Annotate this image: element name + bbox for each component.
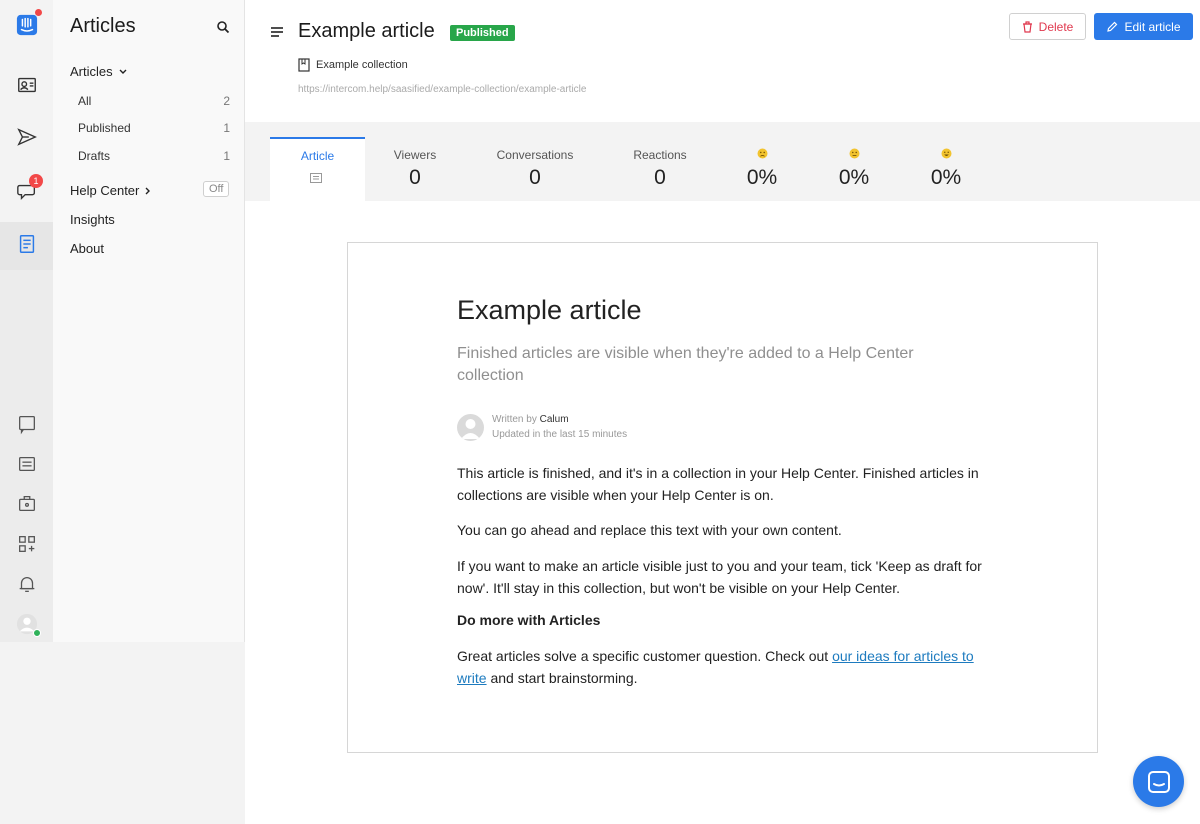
search-icon[interactable] (216, 20, 230, 34)
stat-value: 0 (654, 166, 666, 189)
sidebar-item-count: 1 (223, 121, 230, 135)
written-by-label: Written by (492, 414, 537, 425)
help-center-status-badge: Off (203, 181, 230, 197)
stat-value: 0% (930, 166, 962, 189)
stat-value: 0 (409, 166, 421, 189)
stat-value: 0% (746, 166, 778, 189)
happy-face-icon (941, 148, 951, 159)
conversations-icon[interactable]: 1 (14, 174, 43, 204)
article-author: Written by Calum Updated in the last 15 … (457, 412, 627, 442)
stat-viewers[interactable]: Viewers 0 (375, 148, 455, 190)
notifications-bell-icon[interactable] (14, 571, 40, 597)
help-center-toggle[interactable]: Help Center (70, 183, 151, 198)
intercom-logo-icon[interactable] (14, 9, 42, 38)
delete-button[interactable]: Delete (1009, 13, 1086, 40)
stat-happy-reaction[interactable]: 0% (911, 148, 981, 190)
sidebar-item-label: Published (78, 121, 131, 135)
articles-group-toggle[interactable]: Articles (70, 64, 127, 79)
article-title: Example article (457, 295, 642, 325)
conversations-badge: 1 (29, 174, 43, 188)
stat-value: 0 (529, 166, 541, 189)
collection-name: Example collection (316, 59, 408, 71)
article-preview-card: Example article Finished articles are vi… (347, 242, 1098, 753)
status-badge: Published (450, 25, 515, 41)
user-avatar[interactable] (14, 611, 41, 637)
menu-icon[interactable] (270, 26, 284, 38)
contacts-icon[interactable] (14, 72, 40, 98)
article-doc-icon (310, 173, 322, 183)
updated-time: Updated in the last 15 minutes (492, 429, 628, 440)
article-paragraph: You can go ahead and replace this text w… (457, 522, 842, 538)
sidebar-title: Articles (70, 15, 136, 37)
tab-article[interactable] (270, 137, 365, 201)
sad-face-icon (757, 148, 767, 159)
paragraph-text: and start brainstorming. (486, 670, 638, 686)
article-paragraph: Great articles solve a specific customer… (457, 645, 992, 689)
stat-reactions[interactable]: Reactions 0 (620, 148, 700, 190)
article-subtitle: Finished articles are visible when they'… (457, 345, 914, 384)
sidebar-item-drafts[interactable]: Drafts 1 (78, 149, 230, 163)
author-name: Calum (539, 414, 569, 425)
sidebar-item-all[interactable]: All 2 (78, 94, 230, 108)
messenger-chat-icon (1147, 770, 1170, 793)
chevron-down-icon (119, 69, 127, 74)
author-avatar (457, 413, 484, 441)
stat-label: Viewers (393, 148, 437, 162)
chevron-right-icon (145, 187, 151, 194)
collection-book-icon (298, 58, 310, 72)
sidebar-item-count: 1 (223, 149, 230, 163)
sidebar-footer-area (0, 642, 245, 824)
edit-label: Edit article (1124, 19, 1181, 34)
outbound-send-icon[interactable] (14, 124, 40, 150)
article-paragraph: This article is finished, and it's in a … (457, 465, 979, 503)
notification-dot (35, 9, 42, 16)
sidebar-item-published[interactable]: Published 1 (78, 121, 230, 135)
trash-icon (1022, 20, 1032, 33)
edit-article-button[interactable]: Edit article (1094, 13, 1193, 40)
sidebar-item-insights[interactable]: Insights (70, 212, 115, 227)
stat-neutral-reaction[interactable]: 0% (819, 148, 889, 190)
about-label: About (70, 241, 104, 256)
pencil-icon (1107, 21, 1118, 32)
article-url[interactable]: https://intercom.help/saasified/example-… (298, 84, 586, 95)
insights-label: Insights (70, 212, 115, 227)
page-title: Example article (298, 20, 435, 42)
help-center-label: Help Center (70, 183, 140, 198)
stat-label: Reactions (633, 148, 687, 162)
paragraph-text: Great articles solve a specific customer… (457, 648, 833, 664)
inbox-icon[interactable] (14, 411, 40, 437)
sidebar-item-count: 2 (223, 94, 230, 108)
articles-group-label: Articles (70, 64, 113, 79)
messenger-launcher-button[interactable] (1133, 756, 1184, 807)
reports-icon[interactable] (14, 451, 40, 477)
app-store-icon[interactable] (14, 531, 40, 557)
tab-article-label: Article (300, 149, 335, 163)
articles-icon[interactable] (14, 231, 40, 257)
articles-sidebar: Articles Articles All 2 Published 1 Draf… (53, 0, 245, 642)
collection-link[interactable]: Example collection (298, 58, 408, 72)
sidebar-item-label: All (78, 94, 92, 108)
stat-conversations[interactable]: Conversations 0 (485, 148, 585, 190)
neutral-face-icon (849, 148, 859, 159)
operator-icon[interactable] (14, 491, 40, 517)
sidebar-item-label: Drafts (78, 149, 111, 163)
sidebar-item-about[interactable]: About (70, 241, 104, 256)
stat-label: Conversations (496, 148, 574, 162)
online-status-dot (33, 629, 41, 637)
article-heading: Do more with Articles (457, 612, 601, 628)
article-paragraph: If you want to make an article visible j… (457, 558, 982, 596)
stat-sad-reaction[interactable]: 0% (727, 148, 797, 190)
stat-value: 0% (838, 166, 870, 189)
delete-label: Delete (1038, 19, 1074, 34)
